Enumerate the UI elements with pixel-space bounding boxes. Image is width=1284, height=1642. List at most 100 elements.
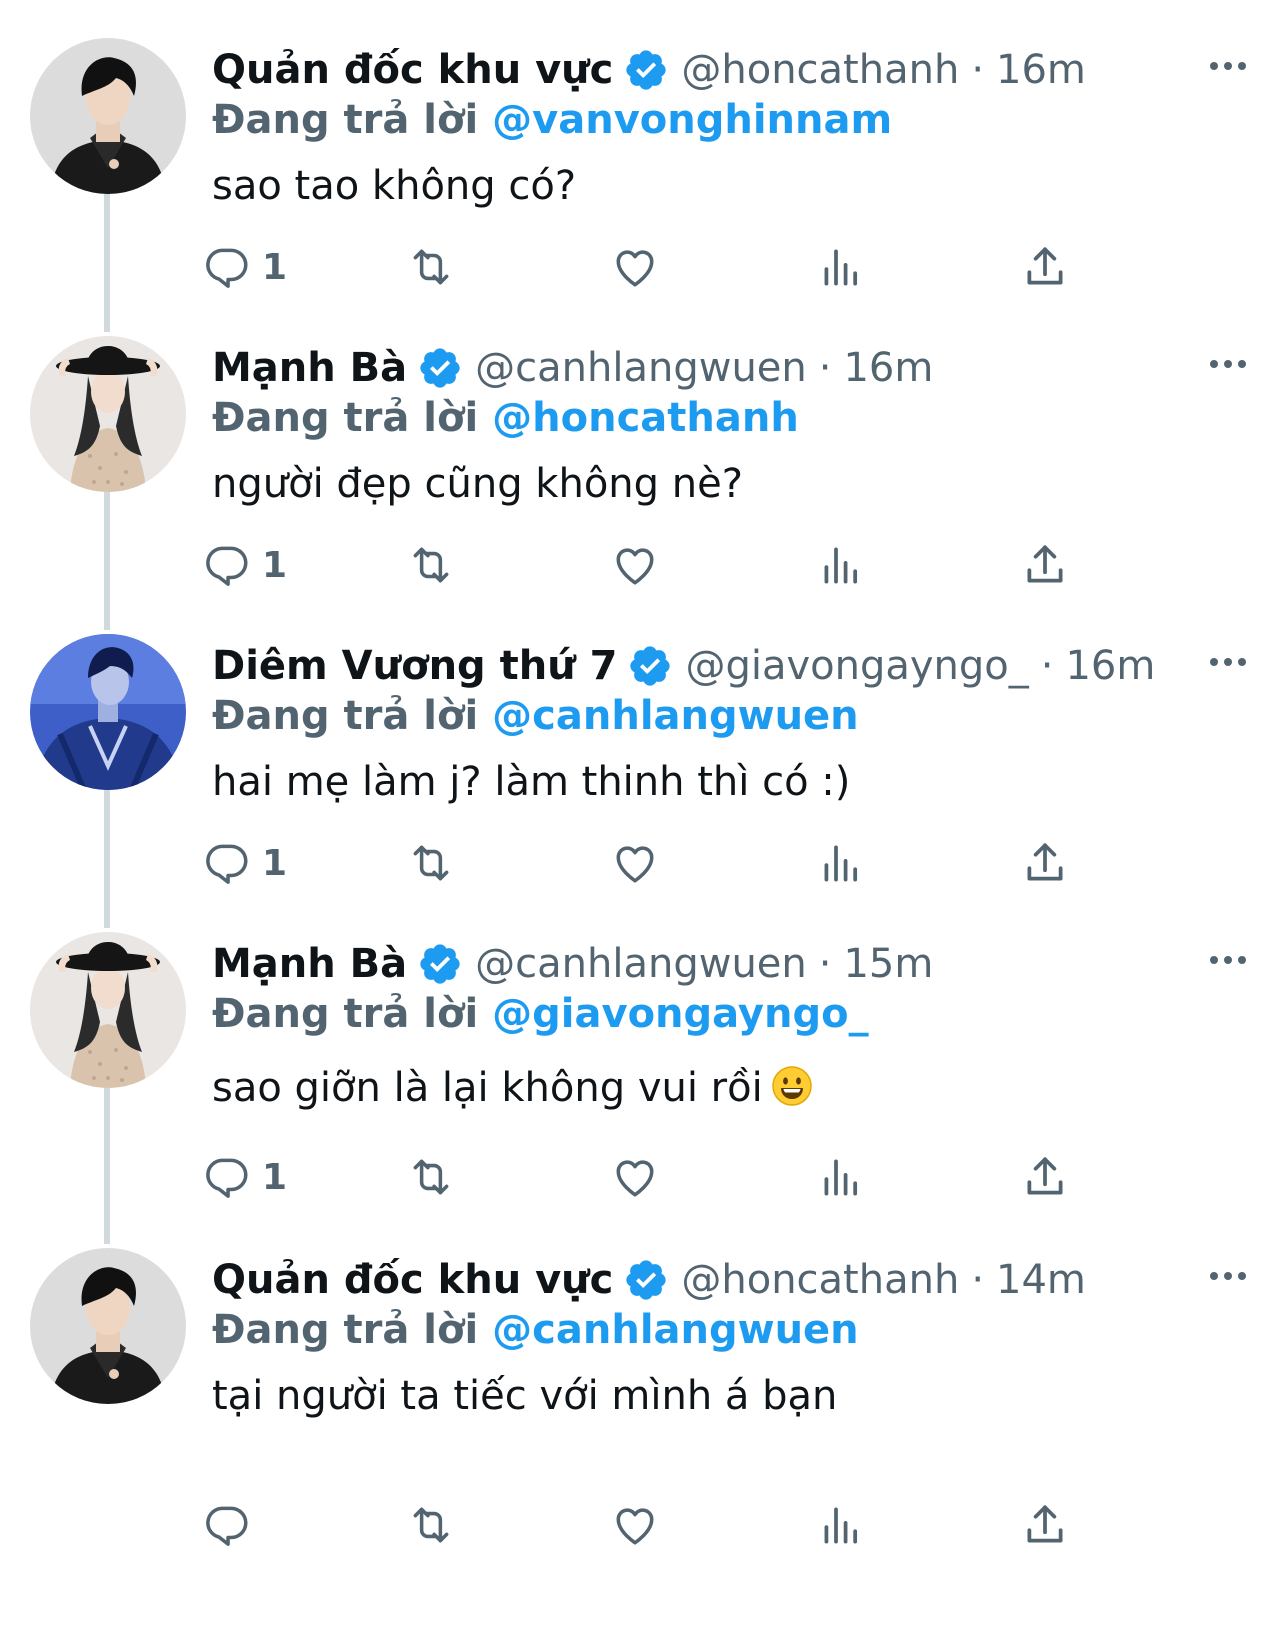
views-button[interactable]	[816, 240, 866, 294]
display-name[interactable]: Quản đốc khu vực	[212, 1254, 613, 1306]
retweet-button[interactable]	[406, 1150, 456, 1204]
more-horizontal-icon[interactable]	[1206, 350, 1250, 378]
replying-to: Đang trả lời @vanvonghinnam	[212, 94, 892, 146]
views-chart-icon	[816, 540, 866, 590]
tweet-actions: 1	[212, 538, 1132, 592]
views-chart-icon	[816, 1152, 866, 1202]
handle[interactable]: @honcathanh	[681, 44, 959, 96]
views-chart-icon	[816, 242, 866, 292]
share-button[interactable]	[1020, 538, 1070, 592]
smiley-emoji-icon	[771, 1065, 813, 1107]
reply-mention-link[interactable]: @giavongayngo_	[492, 991, 868, 1037]
avatar[interactable]	[30, 336, 186, 492]
handle[interactable]: @canhlangwuen	[475, 938, 807, 990]
like-button[interactable]	[610, 538, 660, 592]
tweet-header: Mạnh Bà @canhlangwuen · 15m	[212, 938, 933, 990]
retweet-icon	[406, 1500, 456, 1550]
reply-count: 1	[262, 1156, 288, 1198]
retweet-button[interactable]	[406, 538, 456, 592]
like-heart-icon	[610, 838, 660, 888]
avatar[interactable]	[30, 38, 186, 194]
timestamp[interactable]: 16m	[1065, 640, 1155, 692]
verified-badge-icon	[417, 941, 463, 987]
like-button[interactable]	[610, 240, 660, 294]
avatar[interactable]	[30, 1248, 186, 1404]
share-icon	[1020, 540, 1070, 590]
reply-mention-link[interactable]: @honcathanh	[492, 395, 799, 441]
timestamp[interactable]: 15m	[843, 938, 933, 990]
share-button[interactable]	[1020, 1498, 1070, 1552]
avatar[interactable]	[30, 932, 186, 1088]
tweet-actions: 1	[212, 836, 1132, 890]
tweet-header: Mạnh Bà @canhlangwuen · 16m	[212, 342, 933, 394]
share-button[interactable]	[1020, 240, 1070, 294]
views-button[interactable]	[816, 836, 866, 890]
more-horizontal-icon[interactable]	[1206, 946, 1250, 974]
retweet-button[interactable]	[406, 240, 456, 294]
verified-badge-icon	[623, 47, 669, 93]
reply-count: 1	[262, 246, 288, 288]
tweet-text: người đẹp cũng không nè?	[212, 461, 743, 507]
replying-to: Đang trả lời @giavongayngo_	[212, 988, 869, 1040]
views-chart-icon	[816, 838, 866, 888]
separator-dot: ·	[818, 941, 832, 987]
share-button[interactable]	[1020, 836, 1070, 890]
share-icon	[1020, 242, 1070, 292]
more-horizontal-icon[interactable]	[1206, 1262, 1250, 1290]
reply-button[interactable]: 1	[202, 240, 287, 294]
reply-button[interactable]	[202, 1498, 262, 1552]
display-name[interactable]: Mạnh Bà	[212, 938, 407, 990]
separator-dot: ·	[818, 345, 832, 391]
handle[interactable]: @canhlangwuen	[475, 342, 807, 394]
replying-to-label: Đang trả lời	[212, 693, 479, 739]
verified-badge-icon	[623, 1257, 669, 1303]
handle[interactable]: @giavongayngo_	[685, 640, 1028, 692]
reply-icon	[202, 1152, 252, 1202]
views-button[interactable]	[816, 538, 866, 592]
like-button[interactable]	[610, 1150, 660, 1204]
replying-to-label: Đang trả lời	[212, 395, 479, 441]
more-horizontal-icon[interactable]	[1206, 52, 1250, 80]
like-heart-icon	[610, 540, 660, 590]
display-name[interactable]: Mạnh Bà	[212, 342, 407, 394]
timestamp[interactable]: 16m	[843, 342, 933, 394]
views-button[interactable]	[816, 1150, 866, 1204]
retweet-button[interactable]	[406, 836, 456, 890]
replying-to-label: Đang trả lời	[212, 97, 479, 143]
tweet-text: tại người ta tiếc với mình á bạn	[212, 1373, 838, 1419]
display-name[interactable]: Quản đốc khu vực	[212, 44, 613, 96]
timestamp[interactable]: 14m	[996, 1254, 1086, 1306]
share-icon	[1020, 1152, 1070, 1202]
thread-line	[104, 788, 110, 928]
timestamp[interactable]: 16m	[996, 44, 1086, 96]
views-button[interactable]	[816, 1498, 866, 1552]
retweet-icon	[406, 540, 456, 590]
share-button[interactable]	[1020, 1150, 1070, 1204]
reply-count: 1	[262, 842, 288, 884]
tweet-text: hai mẹ làm j? làm thinh thì có :)	[212, 759, 851, 805]
more-horizontal-icon[interactable]	[1206, 648, 1250, 676]
avatar[interactable]	[30, 634, 186, 790]
reply-button[interactable]: 1	[202, 836, 287, 890]
reply-mention-link[interactable]: @vanvonghinnam	[492, 97, 892, 143]
like-button[interactable]	[610, 836, 660, 890]
share-icon	[1020, 1500, 1070, 1550]
thread-line	[104, 1086, 110, 1244]
tweet-header: Quản đốc khu vực @honcathanh · 14m	[212, 1254, 1086, 1306]
like-heart-icon	[610, 1152, 660, 1202]
reply-count: 1	[262, 544, 288, 586]
handle[interactable]: @honcathanh	[681, 1254, 959, 1306]
reply-button[interactable]: 1	[202, 538, 287, 592]
verified-badge-icon	[417, 345, 463, 391]
replying-to-label: Đang trả lời	[212, 991, 479, 1037]
reply-icon	[202, 838, 252, 888]
like-button[interactable]	[610, 1498, 660, 1552]
reply-button[interactable]: 1	[202, 1150, 287, 1204]
views-chart-icon	[816, 1500, 866, 1550]
tweet-actions	[212, 1498, 1132, 1552]
retweet-button[interactable]	[406, 1498, 456, 1552]
reply-mention-link[interactable]: @canhlangwuen	[492, 1307, 859, 1353]
display-name[interactable]: Diêm Vương thứ 7	[212, 640, 617, 692]
reply-mention-link[interactable]: @canhlangwuen	[492, 693, 859, 739]
like-heart-icon	[610, 1500, 660, 1550]
